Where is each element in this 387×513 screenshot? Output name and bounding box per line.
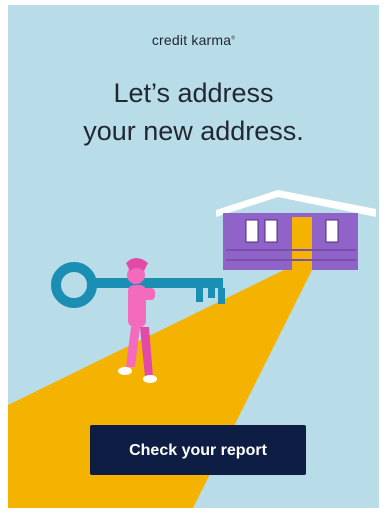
check-report-button[interactable]: Check your report (90, 425, 306, 475)
brand-name: credit karma (151, 32, 232, 48)
registered-mark: ® (231, 35, 236, 42)
headline-line-1: Let’s address (113, 78, 274, 108)
headline: Let’s address your new address. (8, 74, 379, 150)
credit-karma-ad[interactable]: credit karma® Let’s address your new add… (8, 5, 379, 508)
headline-line-2: your new address. (83, 116, 304, 146)
house-icon (216, 190, 376, 270)
brand-logo[interactable]: credit karma® (8, 32, 379, 48)
